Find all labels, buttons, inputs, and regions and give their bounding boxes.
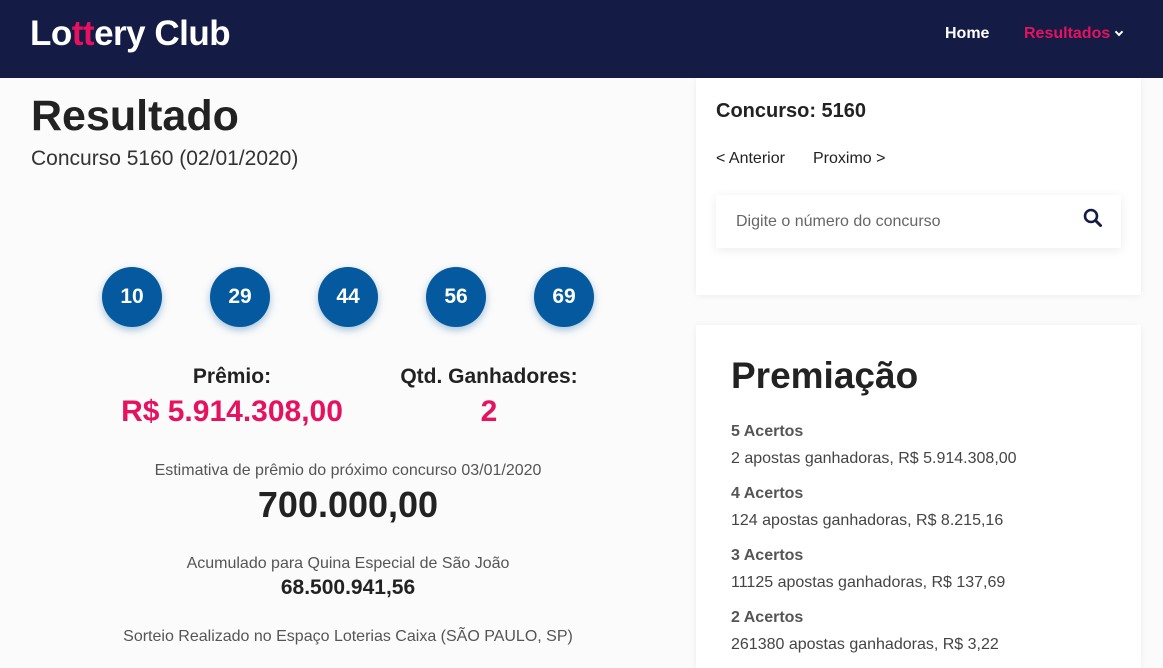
prize-tier: 4 Acertos 124 apostas ganhadoras, R$ 8.2… xyxy=(731,485,1003,530)
contest-search-card: Concurso: 5160 < Anterior Proximo > xyxy=(696,78,1141,295)
number-ball: 29 xyxy=(210,267,270,327)
contest-search-input[interactable] xyxy=(716,195,1076,248)
tier-name: 4 Acertos xyxy=(731,485,804,502)
prizes-title: Premiação xyxy=(731,355,919,396)
chevron-down-icon xyxy=(1115,27,1124,37)
prize-label: Prêmio: xyxy=(192,365,272,388)
draw-location: Sorteio Realizado no Espaço Loterias Cai… xyxy=(123,628,573,645)
drawn-numbers: 10 29 44 56 69 xyxy=(102,267,594,327)
prize-value: R$ 5.914.308,00 xyxy=(121,395,343,428)
number-ball: 44 xyxy=(318,267,378,327)
nav-results-dropdown[interactable]: Resultados xyxy=(1024,25,1124,43)
prize-stat: Prêmio: R$ 5.914.308,00 xyxy=(112,365,352,429)
accumulated-label: Acumulado para Quina Especial de São Joã… xyxy=(186,555,510,572)
contest-heading: Concurso: 5160 xyxy=(716,100,867,122)
tier-description: 124 apostas ganhadoras, R$ 8.215,16 xyxy=(731,512,1004,529)
winners-stat: Qtd. Ganhadores: 2 xyxy=(389,365,589,429)
previous-contest-link[interactable]: < Anterior xyxy=(716,150,785,168)
tier-name: 5 Acertos xyxy=(731,423,804,440)
nav-home-link[interactable]: Home xyxy=(945,25,989,43)
estimate-value: 700.000,00 xyxy=(257,484,439,525)
prize-tier: 2 Acertos 261380 apostas ganhadoras, R$ … xyxy=(731,609,999,654)
prize-tier: 3 Acertos 11125 apostas ganhadoras, R$ 1… xyxy=(731,547,1005,592)
tier-name: 3 Acertos xyxy=(731,547,804,564)
accumulated-value: 68.500.941,56 xyxy=(280,576,416,599)
tier-description: 11125 apostas ganhadoras, R$ 137,69 xyxy=(731,574,1006,591)
winners-label: Qtd. Ganhadores: xyxy=(400,365,578,388)
estimate-label: Estimativa de prêmio do próximo concurso… xyxy=(154,462,542,479)
next-contest-link[interactable]: Proximo > xyxy=(813,150,885,168)
tier-description: 261380 apostas ganhadoras, R$ 3,22 xyxy=(731,636,999,653)
number-ball: 69 xyxy=(534,267,594,327)
winners-value: 2 xyxy=(480,395,498,428)
search-icon[interactable] xyxy=(1083,208,1103,228)
brand-logo[interactable]: Lottery Club xyxy=(30,14,231,54)
navbar: Lottery Club Home Resultados xyxy=(0,0,1163,78)
number-ball: 10 xyxy=(102,267,162,327)
tier-description: 2 apostas ganhadoras, R$ 5.914.308,00 xyxy=(731,450,1017,467)
prize-tiers-card: Premiação 5 Acertos 2 apostas ganhadoras… xyxy=(696,325,1141,668)
nav-results-label: Resultados xyxy=(1024,25,1111,42)
page-subtitle: Concurso 5160 (02/01/2020) xyxy=(31,147,299,170)
page-title: Resultado xyxy=(31,92,239,140)
brand-accent: tt xyxy=(71,14,95,53)
brand-prefix: Lo xyxy=(30,14,72,53)
prize-tier: 5 Acertos 2 apostas ganhadoras, R$ 5.914… xyxy=(731,423,1017,468)
brand-suffix: ery Club xyxy=(94,14,231,53)
tier-name: 2 Acertos xyxy=(731,609,804,626)
number-ball: 56 xyxy=(426,267,486,327)
search-box xyxy=(716,195,1121,248)
